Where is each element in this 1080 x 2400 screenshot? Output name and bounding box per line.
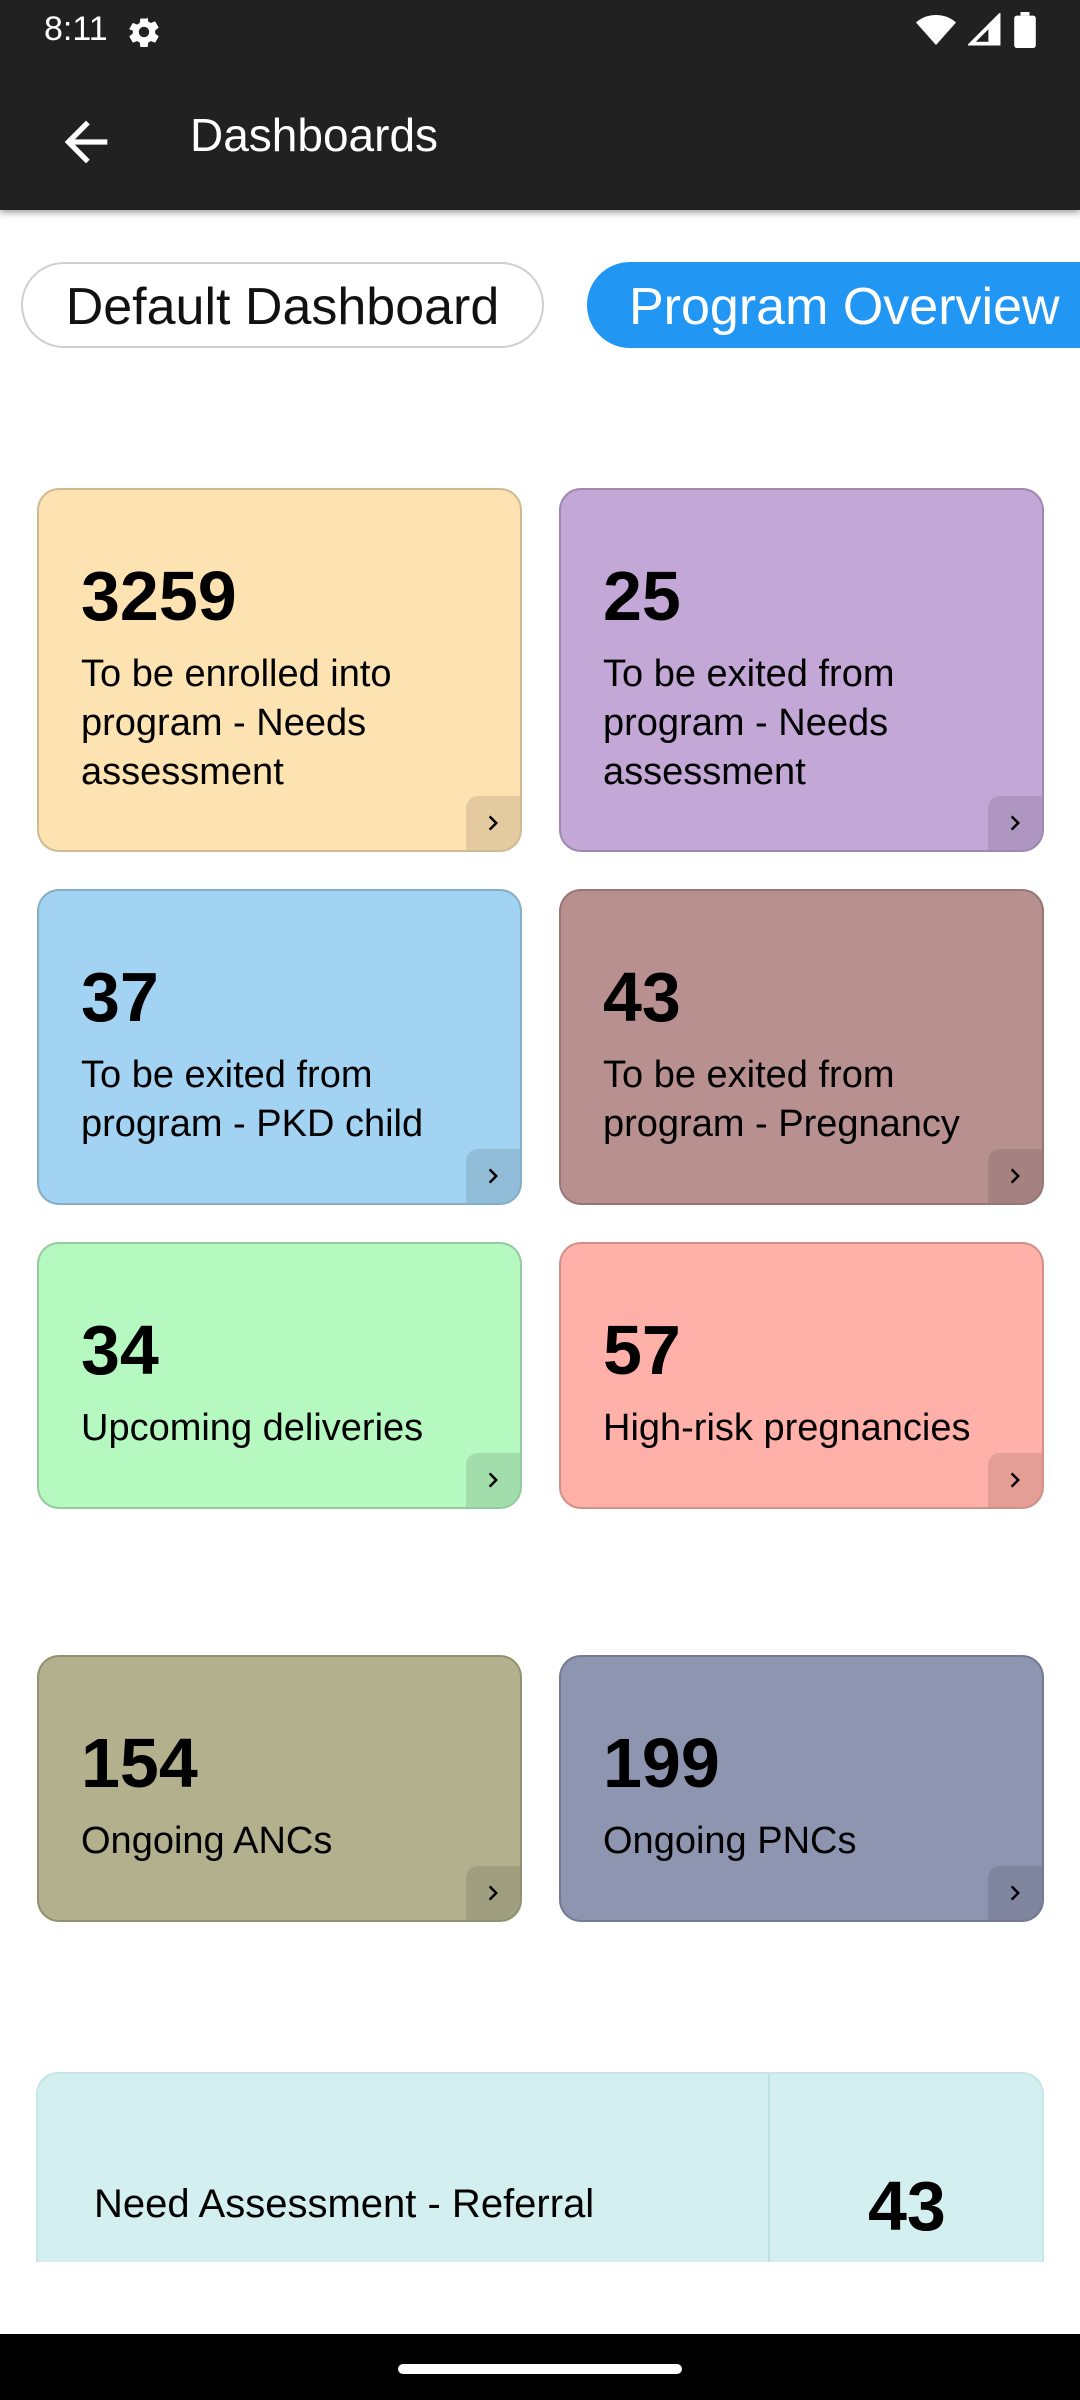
- card-ongoing-ancs[interactable]: 154 Ongoing ANCs: [37, 1655, 522, 1922]
- chevron-right-icon: [466, 1453, 520, 1507]
- card-label: Ongoing ANCs: [81, 1820, 333, 1862]
- tab-program-overview[interactable]: Program Overview: [587, 262, 1080, 348]
- chevron-right-icon: [466, 1149, 520, 1203]
- app-bar: Dashboards: [0, 62, 1080, 210]
- card-ongoing-pncs[interactable]: 199 Ongoing PNCs: [559, 1655, 1044, 1922]
- card-count: 154: [81, 1724, 198, 1802]
- status-icons: [904, 12, 1036, 48]
- card-count: 43: [603, 958, 681, 1036]
- signal-icon: [968, 13, 1001, 46]
- card-label: To be exited from program - PKD child: [81, 1054, 424, 1145]
- chevron-right-icon: [988, 796, 1042, 850]
- card-count: 3259: [81, 557, 237, 635]
- referral-count: 43: [868, 2167, 946, 2245]
- gear-icon: [129, 17, 159, 48]
- card-count: 199: [603, 1724, 720, 1802]
- card-upcoming-deliveries[interactable]: 34 Upcoming deliveries: [37, 1242, 522, 1509]
- divider: [768, 2074, 770, 2262]
- referral-label: Need Assessment - Referral: [94, 2182, 595, 2226]
- chevron-right-icon: [466, 796, 520, 850]
- card-label: To be exited from program - Needs assess…: [603, 653, 895, 793]
- navigation-bar: [0, 2334, 1080, 2400]
- back-button[interactable]: [38, 94, 134, 190]
- card-label: To be enrolled into program - Needs asse…: [81, 653, 392, 793]
- card-count: 37: [81, 958, 159, 1036]
- card-label: Ongoing PNCs: [603, 1820, 857, 1862]
- status-bar: 8:11: [0, 0, 1080, 62]
- card-exit-pkd-child[interactable]: 37 To be exited from program - PKD child: [37, 889, 522, 1205]
- card-count: 34: [81, 1311, 159, 1389]
- status-time: 8:11: [44, 10, 108, 48]
- card-exit-needs-assessment[interactable]: 25 To be exited from program - Needs ass…: [559, 488, 1044, 852]
- chevron-right-icon: [466, 1866, 520, 1920]
- battery-icon: [1014, 12, 1036, 48]
- chevron-right-icon: [988, 1453, 1042, 1507]
- card-count: 57: [603, 1311, 681, 1389]
- card-enrol-needs-assessment[interactable]: 3259 To be enrolled into program - Needs…: [37, 488, 522, 852]
- dashboard-tabs: Default Dashboard Program Overview: [0, 230, 1080, 380]
- page-title: Dashboards: [190, 109, 439, 161]
- chevron-right-icon: [988, 1866, 1042, 1920]
- card-exit-pregnancy[interactable]: 43 To be exited from program - Pregnancy: [559, 889, 1044, 1205]
- referral-card[interactable]: Need Assessment - Referral 43: [36, 2072, 1044, 2262]
- chevron-right-icon: [988, 1149, 1042, 1203]
- arrow-left-icon: [64, 120, 108, 164]
- card-label: Upcoming deliveries: [81, 1407, 424, 1449]
- card-high-risk-pregnancies[interactable]: 57 High-risk pregnancies: [559, 1242, 1044, 1509]
- wifi-icon: [916, 15, 956, 45]
- home-gesture-handle[interactable]: [398, 2364, 682, 2374]
- card-label: High-risk pregnancies: [603, 1407, 971, 1449]
- card-count: 25: [603, 557, 681, 635]
- card-label: To be exited from program - Pregnancy: [603, 1054, 960, 1145]
- tab-default-dashboard[interactable]: Default Dashboard: [21, 262, 544, 348]
